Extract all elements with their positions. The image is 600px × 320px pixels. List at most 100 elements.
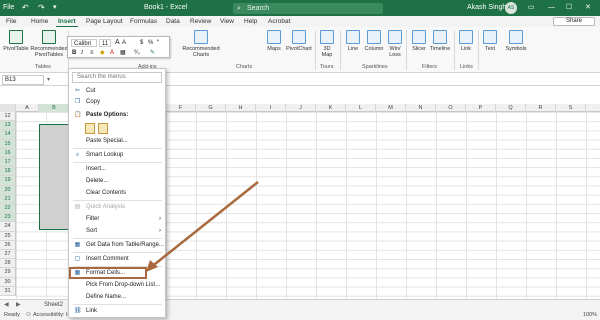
tab-home[interactable]: Home (29, 16, 50, 27)
win-loss-button[interactable]: Win/ Loss (386, 30, 404, 58)
menu-item-insert[interactable]: Insert... (69, 165, 165, 174)
column-header[interactable]: J (286, 104, 316, 112)
scroll-left-icon[interactable]: ◀ (4, 301, 9, 308)
row-header[interactable]: 22 (0, 204, 16, 214)
name-box[interactable]: B13 (2, 75, 44, 85)
name-box-dropdown-icon[interactable]: ▾ (47, 76, 50, 83)
italic-icon[interactable]: I (81, 49, 83, 57)
pivottable-button[interactable]: PivotTable (2, 30, 30, 52)
timeline-button[interactable]: Timeline (428, 30, 452, 52)
select-all-corner[interactable] (0, 104, 16, 112)
column-header[interactable]: H (226, 104, 256, 112)
minimize-icon[interactable]: — (548, 3, 555, 13)
tab-acrobat[interactable]: Acrobat (266, 16, 292, 27)
column-header[interactable]: N (406, 104, 436, 112)
row-header[interactable]: 26 (0, 240, 16, 250)
column-header[interactable]: G (196, 104, 226, 112)
tab-file[interactable]: File (4, 16, 18, 27)
3d-map-button[interactable]: 3D Map (318, 30, 336, 58)
row-header[interactable]: 27 (0, 250, 16, 260)
fill-color-icon[interactable]: ◆ (100, 49, 105, 57)
row-header[interactable]: 14 (0, 130, 16, 140)
paste-icon[interactable] (85, 123, 95, 134)
avatar[interactable]: AS (505, 2, 517, 14)
menu-search-input[interactable]: Search the menus (72, 72, 162, 83)
link-button[interactable]: Link (457, 30, 475, 52)
column-header[interactable]: B (39, 104, 70, 112)
column-sparkline-button[interactable]: Column (362, 30, 386, 52)
scroll-right-icon[interactable]: ▶ (16, 301, 21, 308)
zoom-level[interactable]: 100% (583, 310, 597, 320)
font-color-icon[interactable]: A (110, 49, 114, 57)
menu-item-copy[interactable]: ❐ Copy (69, 98, 165, 107)
column-header[interactable]: P (466, 104, 496, 112)
tab-insert[interactable]: Insert (56, 16, 78, 27)
column-header[interactable]: A (16, 104, 39, 112)
menu-item-link[interactable]: ⛓ Link (69, 307, 165, 316)
row-header[interactable]: 16 (0, 148, 16, 158)
customize-icon[interactable]: ▾ (53, 3, 57, 13)
column-header[interactable]: O (436, 104, 466, 112)
row-header[interactable]: 24 (0, 222, 16, 232)
menu-item-sort[interactable]: Sort › (69, 227, 165, 236)
row-header[interactable]: 30 (0, 277, 16, 287)
menu-item-clear-contents[interactable]: Clear Contents (69, 189, 165, 198)
user-name[interactable]: Akash Singh (467, 3, 506, 13)
format-painter-icon[interactable]: ✎ (150, 49, 155, 57)
font-size-box[interactable]: 11 (99, 39, 111, 47)
menu-item-delete[interactable]: Delete... (69, 177, 165, 186)
menu-item-paste-special[interactable]: Paste Special... (69, 137, 165, 146)
share-button[interactable]: Share (553, 17, 595, 26)
tab-view[interactable]: View (218, 16, 236, 27)
search-box[interactable]: ⌕ Search (233, 3, 383, 14)
row-header[interactable]: 29 (0, 268, 16, 278)
menu-item-get-data[interactable]: ▦ Get Data from Table/Range... (69, 241, 165, 250)
row-header[interactable]: 17 (0, 158, 16, 168)
file-label-title[interactable]: File (3, 3, 14, 13)
pivotchart-button[interactable]: PivotChart (285, 30, 313, 52)
percent-format-icon[interactable]: % (148, 39, 153, 47)
increase-font-icon[interactable]: A (115, 39, 120, 47)
status-accessibility[interactable]: Accessibility: In (33, 310, 71, 320)
row-header[interactable]: 13 (0, 121, 16, 131)
sheet-tab-sheet2[interactable]: Sheet2 (38, 300, 69, 310)
maximize-icon[interactable]: ☐ (566, 3, 572, 13)
recommended-pivottables-button[interactable]: Recommended PivotTables (30, 30, 68, 58)
column-header[interactable]: S (556, 104, 586, 112)
row-header[interactable]: 21 (0, 194, 16, 204)
line-sparkline-button[interactable]: Line (344, 30, 362, 52)
row-header[interactable]: 18 (0, 167, 16, 177)
comma-style-icon[interactable]: ❜ (157, 39, 159, 47)
menu-item-filter[interactable]: Filter › (69, 215, 165, 224)
tab-page-layout[interactable]: Page Layout (84, 16, 125, 27)
tab-data[interactable]: Data (164, 16, 182, 27)
menu-item-insert-comment[interactable]: ▢ Insert Comment (69, 255, 165, 264)
paste-values-icon[interactable] (98, 123, 108, 134)
ribbon-display-icon[interactable]: ▭ (528, 3, 535, 13)
column-header[interactable]: K (316, 104, 346, 112)
column-header[interactable]: R (526, 104, 556, 112)
column-header[interactable]: I (256, 104, 286, 112)
decrease-font-icon[interactable]: A (122, 39, 126, 47)
slicer-button[interactable]: Slicer (410, 30, 428, 52)
row-header[interactable]: 19 (0, 176, 16, 186)
tab-help[interactable]: Help (242, 16, 259, 27)
column-header[interactable]: F (166, 104, 196, 112)
tab-review[interactable]: Review (188, 16, 213, 27)
bold-icon[interactable]: B (72, 49, 76, 57)
row-header[interactable]: 12 (0, 112, 16, 122)
row-header[interactable]: 23 (0, 213, 16, 223)
row-header[interactable]: 20 (0, 185, 16, 195)
decimal-icon[interactable]: ⁰⁄₀ (134, 49, 140, 57)
redo-icon[interactable]: ↷ (38, 3, 45, 13)
menu-item-define-name[interactable]: Define Name... (69, 293, 165, 302)
menu-item-smart-lookup[interactable]: ⌕ Smart Lookup (69, 151, 165, 160)
selected-range[interactable] (39, 124, 70, 230)
column-header[interactable]: M (376, 104, 406, 112)
row-header[interactable]: 28 (0, 259, 16, 269)
symbols-button[interactable]: Symbols (504, 30, 528, 52)
row-header[interactable]: 31 (0, 286, 16, 296)
row-header[interactable]: 25 (0, 231, 16, 241)
menu-item-cut[interactable]: ✂ Cut (69, 87, 165, 96)
font-name-box[interactable]: Calibri (71, 39, 97, 47)
